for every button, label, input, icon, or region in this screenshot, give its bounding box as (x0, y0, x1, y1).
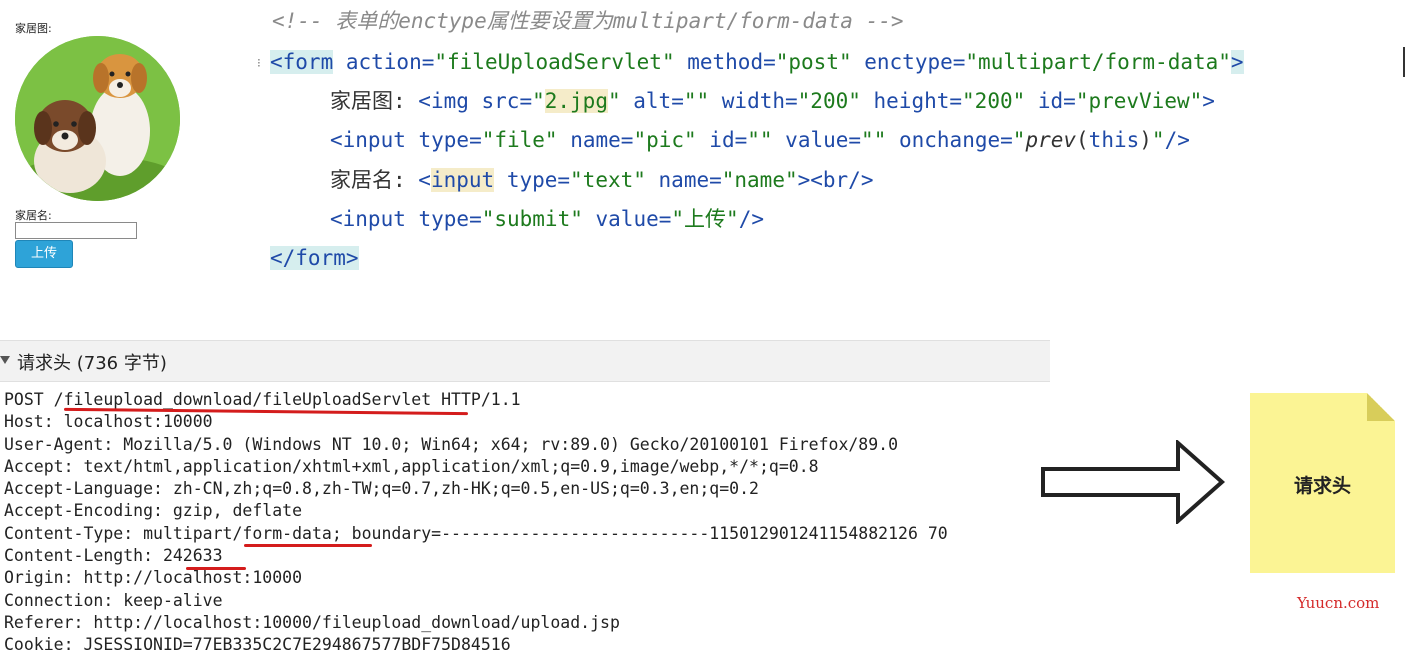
code-line-file-input: <input type="file" name="pic" id="" valu… (330, 123, 1190, 157)
header-line: Cookie: JSESSIONID=77EB335C2C7E294867577… (4, 635, 511, 655)
submit-tag: <input (330, 207, 406, 231)
code-line-form-close: </form> (270, 241, 359, 275)
img-id-attr: id= (1025, 89, 1076, 113)
collapse-triangle-icon[interactable] (0, 356, 10, 364)
image-label: 家居图: (15, 22, 52, 35)
header-line: Origin: http://localhost:10000 (4, 568, 303, 588)
request-headers-section[interactable]: 请求头 (736 字节) (0, 340, 1050, 382)
img-src-quote-close: " (607, 89, 621, 113)
submit-end: /> (738, 207, 764, 231)
file-onchange-quote-open: " (1012, 128, 1026, 152)
form-enctype-value: "multipart/form-data" (965, 50, 1231, 74)
img-src-attr: src= (468, 89, 533, 113)
file-input-tag: <input (330, 128, 406, 152)
header-line: Content-Type: multipart/form-data; bound… (4, 523, 948, 543)
name-label-text: 家居名: (330, 168, 419, 192)
form-method-attr: method= (674, 50, 776, 74)
header-line: Accept-Encoding: gzip, deflate (4, 501, 303, 521)
code-line-form-open: <form action="fileUploadServlet" method=… (270, 45, 1244, 79)
file-onchange-fn: prev (1025, 128, 1077, 152)
submit-value-attr: value= (582, 207, 672, 231)
file-onchange-paren-close: ) (1139, 128, 1152, 152)
file-type-attr: type= (405, 128, 482, 152)
img-width-value: "200" (797, 89, 861, 113)
form-action-value: "fileUploadServlet" (434, 50, 675, 74)
file-onchange-attr: onchange= (886, 128, 1013, 152)
code-line-name-input: 家居名: <input type="text" name="name"><br/… (330, 163, 873, 197)
name-label: 家居名: (15, 209, 52, 222)
watermark: Yuucn.com (1297, 594, 1380, 612)
form-action-attr: action= (333, 50, 435, 74)
file-id-value: "" (747, 128, 773, 152)
code-line-submit: <input type="submit" value="上传"/> (330, 202, 764, 236)
img-alt-value: "" (683, 89, 710, 113)
name-name-value: "name" (721, 168, 798, 192)
name-type-value: "text" (570, 168, 646, 192)
header-line: Accept-Language: zh-CN,zh;q=0.8,zh-TW;q=… (4, 479, 759, 499)
name-input[interactable] (15, 222, 137, 239)
file-id-attr: id= (696, 128, 748, 152)
file-onchange-paren-open: ( (1076, 128, 1089, 152)
name-input-lt: < (418, 168, 431, 192)
file-value-value: "" (861, 128, 887, 152)
file-name-attr: name= (557, 128, 634, 152)
file-name-value: "pic" (633, 128, 697, 152)
request-headers-title: 请求头 (736 字节) (17, 353, 167, 374)
img-id-value: "prevView" (1075, 89, 1203, 113)
upload-button[interactable]: 上传 (15, 240, 73, 268)
file-input-end: /> (1164, 128, 1190, 152)
form-preview: 家居图: 家居名: 上传 (0, 0, 250, 290)
img-height-attr: height= (860, 89, 963, 113)
file-type-value: "file" (481, 128, 558, 152)
form-open-tag: <form (270, 50, 334, 74)
img-alt-attr: alt= (620, 89, 684, 113)
name-input-end: ><br/> (797, 168, 874, 192)
header-line: Host: localhost:10000 (4, 412, 213, 432)
puppies-image (15, 36, 180, 201)
request-headers-list: POST /fileupload_download/fileUploadServ… (4, 389, 948, 657)
name-input-tag: input (430, 168, 495, 192)
file-onchange-arg: this (1088, 128, 1140, 152)
header-line: Content-Length: 242633 (4, 546, 223, 566)
img-end: > (1202, 89, 1215, 113)
submit-type-value: "submit" (481, 207, 583, 231)
img-src-value: 2.jpg (544, 89, 608, 113)
note-fold-cut (1367, 393, 1395, 421)
name-type-attr: type= (494, 168, 571, 192)
code-line-img: 家居图: <img src="2.jpg" alt="" width="200"… (330, 84, 1215, 118)
text-cursor (1403, 47, 1405, 77)
file-onchange-quote-close: " (1151, 128, 1165, 152)
header-line: User-Agent: Mozilla/5.0 (Windows NT 10.0… (4, 434, 899, 454)
annotation-underline-content-type (244, 544, 372, 547)
img-label-text: 家居图: (330, 89, 419, 113)
form-enctype-attr: enctype= (851, 50, 966, 74)
name-name-attr: name= (645, 168, 722, 192)
img-width-attr: width= (709, 89, 798, 113)
img-tag: <img (418, 89, 469, 113)
header-line: Connection: keep-alive (4, 590, 223, 610)
form-method-value: "post" (775, 50, 852, 74)
sticky-note: 请求头 (1250, 393, 1395, 573)
header-line: Accept: text/html,application/xhtml+xml,… (4, 456, 819, 476)
code-comment: <!-- 表单的enctype属性要设置为multipart/form-data… (272, 9, 904, 33)
header-line: Referer: http://localhost:10000/fileuplo… (4, 612, 620, 632)
form-close-bracket: > (1230, 50, 1244, 74)
img-src-quote-open: " (532, 89, 545, 113)
submit-type-attr: type= (405, 207, 482, 231)
code-editor: <!-- 表单的enctype属性要设置为multipart/form-data… (260, 0, 1407, 290)
submit-value-value: "上传" (671, 207, 739, 231)
preview-image (15, 36, 180, 201)
img-height-value: "200" (962, 89, 1026, 113)
file-value-attr: value= (772, 128, 862, 152)
sticky-note-text: 请求头 (1293, 475, 1351, 497)
right-arrow-icon (1041, 440, 1226, 524)
form-close-tag: </form> (270, 246, 359, 270)
annotation-underline-content-length (186, 567, 246, 570)
